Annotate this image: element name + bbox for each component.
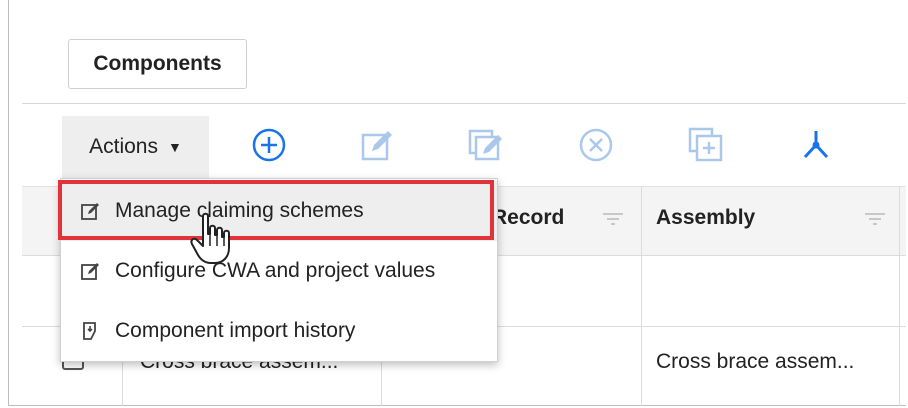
menu-item-manage-claiming-schemes[interactable]: Manage claiming schemes [61,181,497,241]
column-header-record[interactable]: Record [492,206,564,230]
actions-label: Actions [89,135,158,158]
column-separator [899,186,900,406]
edit-icon [81,201,101,221]
filter-icon[interactable] [864,212,886,226]
filter-icon[interactable] [602,212,624,226]
caret-down-icon: ▼ [168,139,182,155]
column-separator [641,186,642,406]
history-icon [81,321,101,341]
edit-icon [81,261,101,281]
divider [22,103,906,104]
menu-item-label: Manage claiming schemes [115,199,364,222]
menu-item-component-import-history[interactable]: Component import history [61,301,497,361]
components-tab[interactable]: Components [68,39,247,89]
split-icon[interactable] [796,125,836,165]
menu-item-configure-cwa[interactable]: Configure CWA and project values [61,241,497,301]
assembly-cell: Cross brace assem... [656,350,855,373]
menu-item-label: Configure CWA and project values [115,259,436,282]
edit-icon[interactable] [358,125,398,165]
copy-icon[interactable] [686,125,726,165]
actions-dropdown[interactable]: Actions ▼ [62,116,209,178]
bulk-edit-icon[interactable] [466,125,506,165]
delete-icon[interactable] [576,125,616,165]
menu-item-label: Component import history [115,319,356,342]
add-icon[interactable] [249,125,289,165]
column-header-assembly[interactable]: Assembly [656,206,755,230]
actions-menu: Manage claiming schemes Configure CWA an… [60,178,498,362]
